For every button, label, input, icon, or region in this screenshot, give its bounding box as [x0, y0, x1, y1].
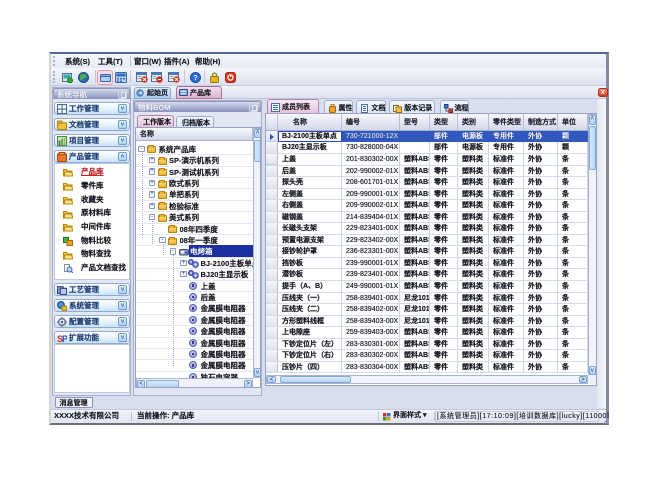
svg-text:P: P — [62, 333, 67, 342]
svg-text:?: ? — [193, 75, 197, 82]
